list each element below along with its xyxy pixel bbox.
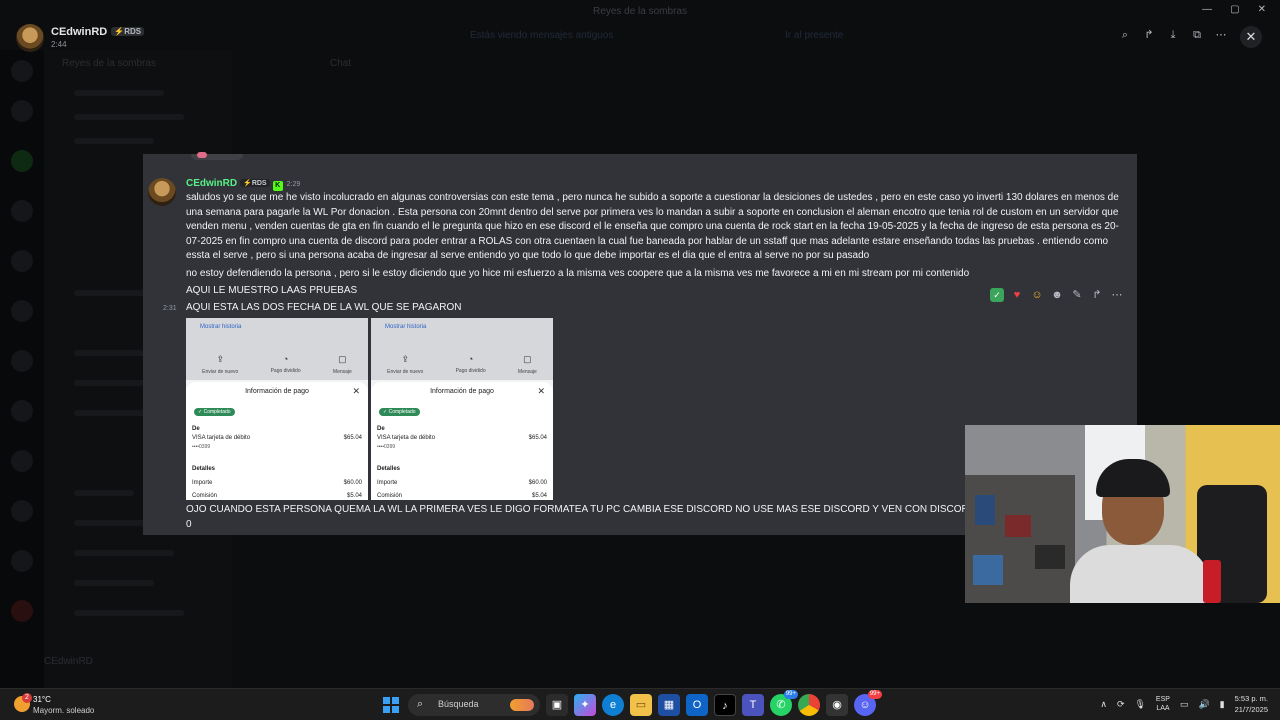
clock[interactable]: 5:53 p. m. 21/7/2025 <box>1235 693 1268 715</box>
language-indicator[interactable]: ESP LAA <box>1156 695 1170 713</box>
message-action: ▢ Mensaje <box>332 354 352 375</box>
viewer-author[interactable]: CEdwinRD ⚡RDS <box>51 26 145 38</box>
search-highlight-icon <box>510 699 534 711</box>
history-link: Mostrar historia <box>200 324 242 330</box>
microphone-icon[interactable]: 🎙 <box>1134 699 1145 710</box>
payment-screenshot[interactable]: Mostrar historia ⇪ Enviar de nuevo ◔ Pago … <box>371 318 553 500</box>
copilot-icon[interactable]: ✦ <box>574 694 596 716</box>
split-action: ◔ Pago dividido <box>270 354 301 374</box>
server-rail <box>0 50 44 688</box>
message-line: AQUI LE MUESTRO LAAS PRUEBAS <box>186 285 358 296</box>
send-icon: ⇪ <box>216 354 224 364</box>
media-viewer-header: CEdwinRD ⚡RDS 2:44 ⌕ ↱ ⤓ ⧉ ⋯ ✕ <box>0 0 1280 52</box>
chevron-up-icon[interactable]: ∧ <box>1100 699 1107 710</box>
search-icon: ⌕ <box>417 698 424 710</box>
whatsapp-icon[interactable]: ✆ 99+ <box>770 690 798 716</box>
tiktok-icon[interactable]: ♪ <box>714 694 736 716</box>
chat-icon: ▢ <box>338 354 347 364</box>
message-line: AQUI ESTA LAS DOS FECHA DE LA WL QUE SE … <box>186 302 462 313</box>
obs-icon[interactable]: ◉ <box>826 694 848 716</box>
channel-name: Chat <box>330 58 352 69</box>
network-icon[interactable]: ▭ <box>1180 699 1189 710</box>
sync-icon[interactable]: ⟳ <box>1117 699 1125 710</box>
avatar[interactable] <box>16 24 44 52</box>
viewer-toolbar: ⌕ ↱ ⤓ ⧉ ⋯ <box>1118 28 1228 42</box>
message-timestamp: 2:31 <box>163 305 177 312</box>
server-tag: ⚡RDS <box>111 27 145 36</box>
message-hover-toolbar: ✓ ♥ ☺ ☻ ✎ ↱ ⋯ <box>990 288 1124 302</box>
weather-condition[interactable]: Mayorm. soleado <box>33 706 94 715</box>
split-action: ◔ Pago dividido <box>455 354 486 374</box>
outlook-icon[interactable]: O <box>686 694 708 716</box>
streamer <box>1070 459 1220 603</box>
close-icon: ✕ <box>537 386 545 396</box>
webcam-overlay <box>965 425 1280 603</box>
send-icon: ⇪ <box>401 354 409 364</box>
edge-icon[interactable]: e <box>602 694 624 716</box>
server-name: Reyes de la sombras <box>62 58 156 69</box>
notification-badge: 99+ <box>867 690 882 699</box>
payment-screenshot[interactable]: Mostrar historia ⇪ Enviar de nuevo ◔ Pago … <box>186 318 368 500</box>
taskbar: 2 31°C Mayorm. soleado ⌕ Búsqueda ▣ ✦ e … <box>0 688 1280 720</box>
edit-icon[interactable]: ✎ <box>1070 288 1084 302</box>
chat-icon: ▢ <box>523 354 532 364</box>
resend-action: ⇪ Enviar de nuevo <box>387 354 424 375</box>
more-icon[interactable]: ⋯ <box>1110 288 1124 302</box>
chrome-icon[interactable] <box>798 694 820 716</box>
resend-action: ⇪ Enviar de nuevo <box>202 354 239 375</box>
download-icon[interactable]: ⤓ <box>1166 28 1180 42</box>
history-link: Mostrar historia <box>385 324 427 330</box>
store-icon[interactable]: ▦ <box>658 694 680 716</box>
message-author[interactable]: CEdwinRD ⚡RDS K 2:29 <box>186 178 300 191</box>
teams-icon[interactable]: T <box>742 694 764 716</box>
notification-badge: 99+ <box>783 690 798 699</box>
reaction-pill[interactable] <box>191 152 243 160</box>
status-badge: ✓ Completado <box>194 408 235 416</box>
message-paragraph: no estoy defendiendo la persona , pero s… <box>186 268 970 279</box>
sheet-title: Información de pago <box>430 388 494 395</box>
open-external-icon[interactable]: ⧉ <box>1190 28 1204 42</box>
status-badge: ✓ Completado <box>379 408 420 416</box>
message-avatar[interactable] <box>148 178 176 206</box>
battery-icon[interactable]: ▮ <box>1220 699 1225 710</box>
split-icon: ◔ <box>467 354 474 364</box>
close-icon: ✕ <box>352 386 360 396</box>
reply-icon[interactable]: ↱ <box>1090 288 1104 302</box>
notification-badge: 2 <box>22 693 32 703</box>
message-line: OJO CUANDO ESTA PERSONA QUEMA LA WL LA P… <box>186 504 966 515</box>
file-explorer-icon[interactable]: ▭ <box>630 694 652 716</box>
sheet-title: Información de pago <box>245 388 309 395</box>
task-view-icon[interactable]: ▣ <box>546 694 568 716</box>
message-paragraph: saludos yo se que me he visto incolucrad… <box>186 192 1119 262</box>
check-reaction-icon[interactable]: ✓ <box>990 288 1004 302</box>
weather-temperature[interactable]: 31°C <box>33 695 51 704</box>
heart-reaction-icon[interactable]: ♥ <box>1010 288 1024 302</box>
forward-icon[interactable]: ↱ <box>1142 28 1156 42</box>
split-icon: ◔ <box>282 354 289 364</box>
footer-user: CEdwinRD <box>44 656 93 667</box>
emoji-reaction-icon[interactable]: ☺ <box>1030 288 1044 302</box>
zoom-icon[interactable]: ⌕ <box>1118 28 1132 42</box>
volume-icon[interactable]: 🔊 <box>1198 699 1209 710</box>
close-viewer-button[interactable]: ✕ <box>1240 26 1262 48</box>
message-action: ▢ Mensaje <box>517 354 537 375</box>
taskbar-search[interactable]: ⌕ Búsqueda <box>408 694 540 716</box>
discord-icon[interactable]: ☺ 99+ <box>854 690 882 716</box>
windows-start-icon[interactable] <box>380 694 402 716</box>
add-reaction-icon[interactable]: ☻ <box>1050 288 1064 302</box>
kick-badge: K <box>272 181 283 191</box>
taskbar-apps: ⌕ Búsqueda ▣ ✦ e ▭ ▦ O ♪ T ✆ 99+ ◉ ☺ 99+ <box>380 690 882 716</box>
server-tag: ⚡RDS <box>240 179 270 187</box>
system-tray: ∧ ⟳ 🎙 ESP LAA ▭ 🔊 ▮ 5:53 p. m. 21/7/2025 <box>1100 693 1268 715</box>
viewer-timestamp: 2:44 <box>51 40 67 49</box>
more-icon[interactable]: ⋯ <box>1214 28 1228 42</box>
message-timestamp: 2:29 <box>286 181 301 188</box>
